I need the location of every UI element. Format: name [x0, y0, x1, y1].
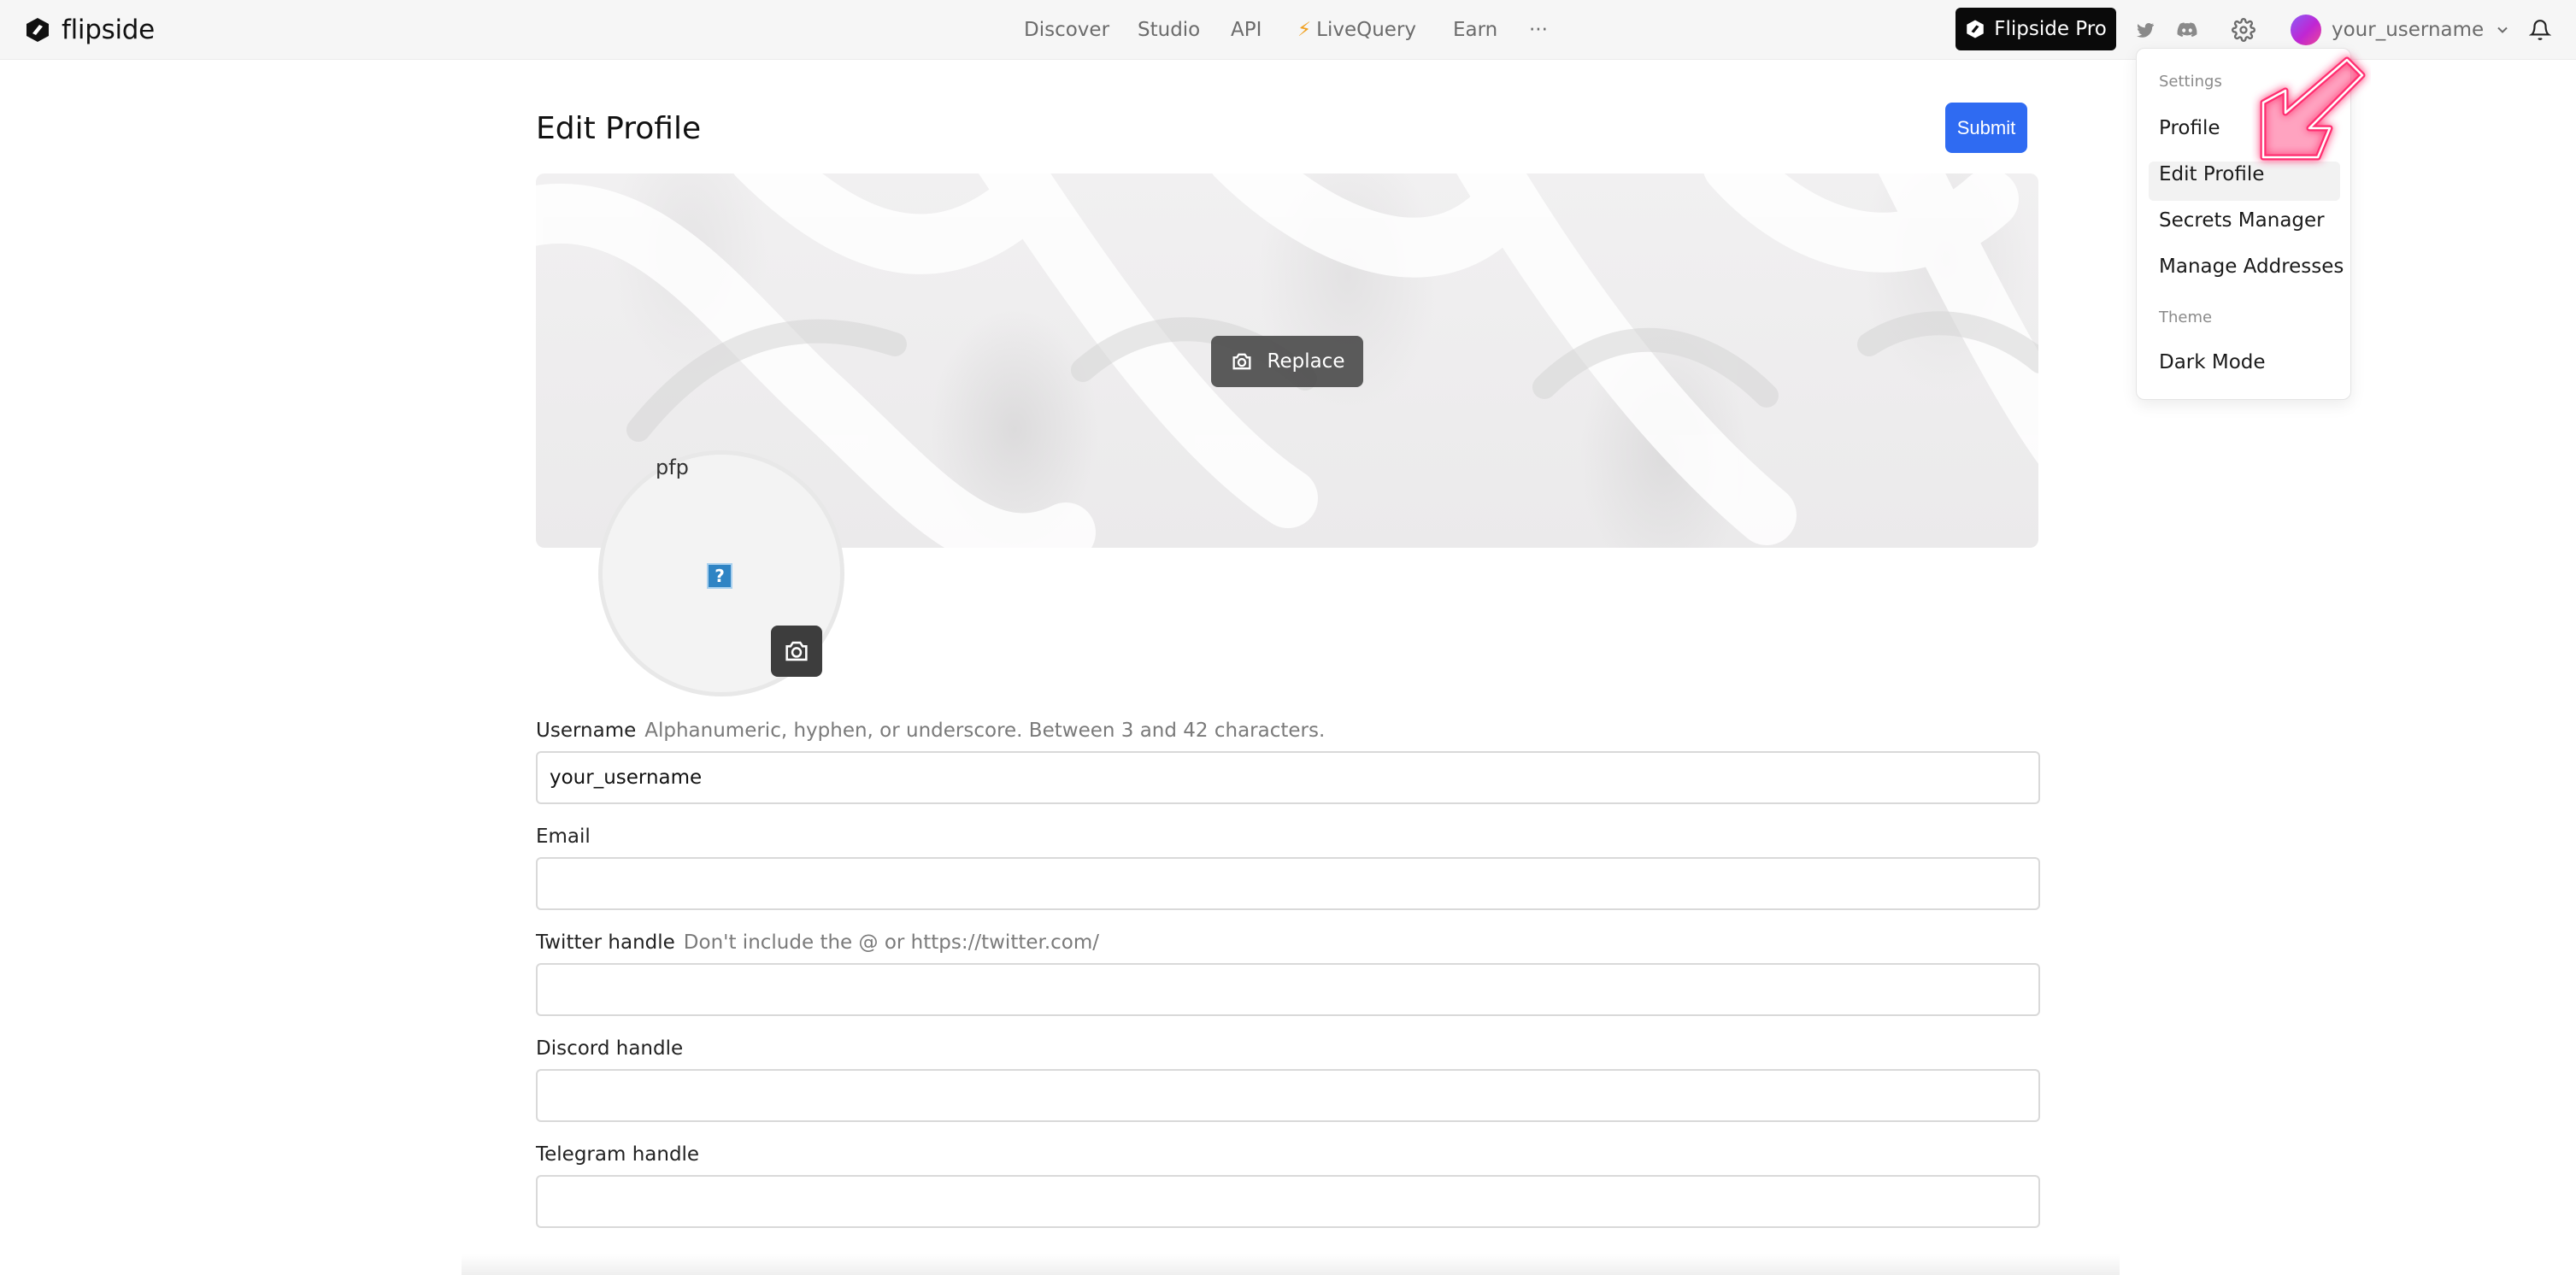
highlight-arrow-icon: [2260, 56, 2366, 161]
replace-label: Replace: [1267, 350, 1345, 373]
username-label: your_username: [2332, 19, 2485, 41]
flipside-pro-icon: [1967, 20, 1984, 38]
user-menu-toggle[interactable]: your_username: [2291, 12, 2511, 48]
dropdown-item-secrets-manager[interactable]: Secrets Manager: [2159, 209, 2325, 232]
discord-field-label: Discord handle: [536, 1037, 684, 1060]
username-field-label: Username Alphanumeric, hyphen, or undersc…: [536, 720, 1325, 742]
discord-input[interactable]: [536, 1069, 2040, 1122]
dropdown-item-profile[interactable]: Profile: [2159, 117, 2220, 139]
camera-icon: [785, 641, 808, 661]
nav-earn[interactable]: Earn: [1453, 0, 1497, 60]
nav-livequery-label: LiveQuery: [1316, 19, 1417, 41]
flipside-pro-label: Flipside Pro: [1994, 18, 2107, 40]
settings-section-header: Settings: [2159, 73, 2222, 91]
twitter-hint: Don't include the @ or https://twitter.c…: [683, 931, 1100, 954]
nav-more[interactable]: ···: [1529, 0, 1548, 60]
nav-studio[interactable]: Studio: [1138, 0, 1200, 60]
user-avatar: [2291, 15, 2321, 45]
twitter-icon[interactable]: [2132, 17, 2158, 43]
username-hint: Alphanumeric, hyphen, or underscore. Bet…: [644, 720, 1326, 742]
telegram-input[interactable]: [536, 1175, 2040, 1228]
lightning-icon: ⚡: [1297, 19, 1312, 41]
discord-icon[interactable]: [2174, 17, 2200, 43]
camera-icon: [1232, 353, 1250, 370]
nav-livequery[interactable]: ⚡ LiveQuery: [1297, 0, 1416, 60]
theme-section-header: Theme: [2159, 308, 2213, 326]
bell-icon[interactable]: [2527, 17, 2553, 43]
dropdown-item-dark-mode[interactable]: Dark Mode: [2159, 351, 2266, 373]
brand-name: flipside: [62, 15, 155, 45]
bottom-scroll-shadow: [462, 1254, 2120, 1275]
submit-button[interactable]: Submit: [1945, 103, 2027, 153]
change-avatar-button[interactable]: [771, 626, 822, 677]
chevron-down-icon: [2497, 26, 2508, 33]
flipside-pro-button[interactable]: Flipside Pro: [1956, 8, 2116, 50]
flipside-logo-icon: [26, 18, 49, 42]
twitter-field-label: Twitter handle Don't include the @ or htt…: [536, 931, 1099, 954]
username-input[interactable]: [536, 751, 2040, 804]
broken-image-icon: ?: [707, 563, 732, 589]
replace-banner-button[interactable]: Replace: [1211, 336, 1363, 387]
page-title: Edit Profile: [536, 111, 702, 146]
twitter-label-text: Twitter handle: [536, 931, 675, 954]
gear-icon[interactable]: [2231, 17, 2256, 43]
email-field-label: Email: [536, 826, 591, 848]
flipside-logo[interactable]: flipside: [24, 14, 155, 46]
nav-api[interactable]: API: [1231, 0, 1262, 60]
username-label-text: Username: [536, 720, 637, 742]
dropdown-item-edit-profile[interactable]: Edit Profile: [2159, 163, 2264, 185]
telegram-field-label: Telegram handle: [536, 1143, 700, 1166]
email-input[interactable]: [536, 857, 2040, 910]
twitter-input[interactable]: [536, 963, 2040, 1016]
profile-picture-alt-text: pfp: [656, 455, 689, 479]
nav-discover[interactable]: Discover: [1024, 0, 1109, 60]
dropdown-item-manage-addresses[interactable]: Manage Addresses: [2159, 256, 2344, 278]
